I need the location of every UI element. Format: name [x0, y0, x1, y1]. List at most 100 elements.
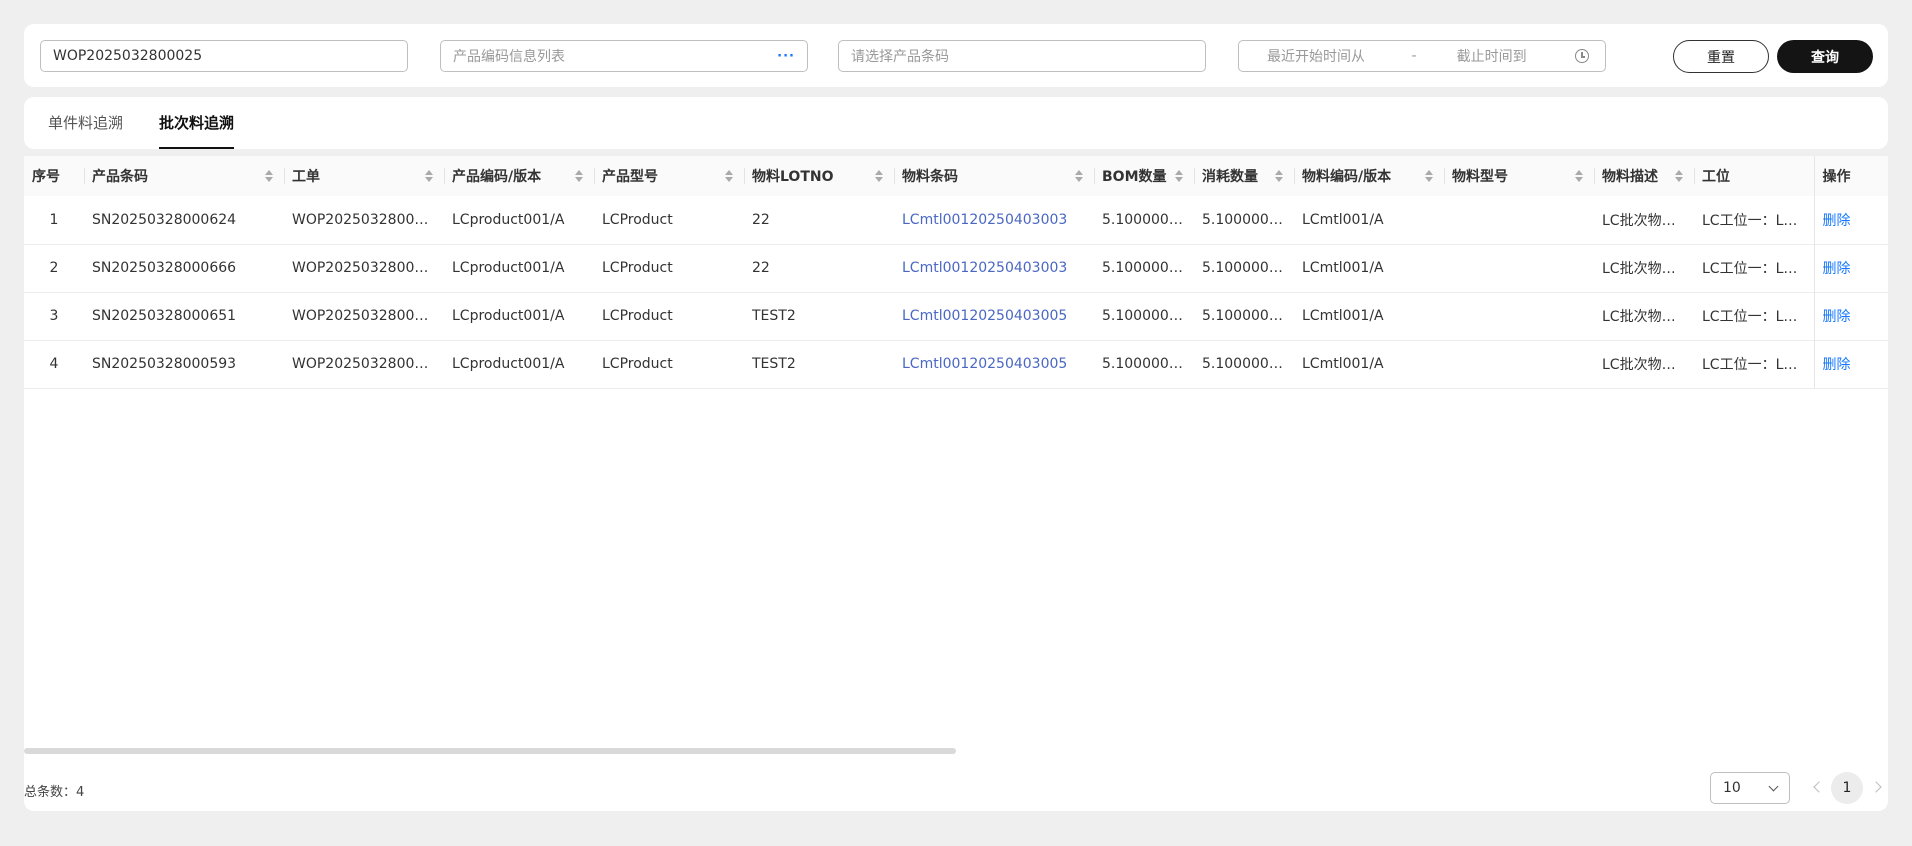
product-code-select[interactable]: 产品编码信息列表 ··· [440, 40, 808, 72]
column-header-material-code[interactable]: 物料编码/版本 [1294, 156, 1444, 196]
sort-icon[interactable] [1574, 170, 1584, 182]
column-header-material-desc[interactable]: 物料描述 [1594, 156, 1694, 196]
sort-icon[interactable] [1274, 170, 1284, 182]
material-barcode-link[interactable]: LCmtl00120250403003 [894, 196, 1094, 244]
query-button[interactable]: 查询 [1777, 40, 1873, 73]
table-row: 2 SN20250328000666 WOP2025032800025 LCpr… [24, 244, 1888, 292]
sort-icon[interactable] [724, 170, 734, 182]
cell-bom-qty: 5.1000000… [1102, 260, 1192, 276]
cell-bom-qty: 5.1000000… [1102, 356, 1192, 372]
trace-table: 序号 产品条码 工单 产品编码/版本 产品型号 物料LOTNO 物料条码 BOM… [24, 156, 1888, 389]
cell-station: LC工位一：LCwo [1702, 261, 1814, 277]
cell-material-lotno: TEST2 [752, 308, 796, 324]
sort-icon[interactable] [1174, 170, 1184, 182]
end-time-placeholder[interactable]: 截止时间到 [1457, 46, 1576, 66]
sort-icon[interactable] [264, 170, 274, 182]
cell-material-code: LCmtl001/A [1302, 211, 1384, 228]
sort-icon[interactable] [574, 170, 584, 182]
cell-material-lotno: TEST2 [752, 356, 796, 372]
cell-material-desc: LC批次物… [1602, 309, 1676, 325]
cell-product-model: LCProduct [602, 211, 673, 228]
cell-station: LC工位一：LCwo [1702, 309, 1814, 325]
cell-material-desc: LC批次物… [1602, 261, 1676, 277]
date-range-picker[interactable]: 最近开始时间从 - 截止时间到 [1238, 40, 1606, 72]
column-header-product-code[interactable]: 产品编码/版本 [444, 156, 594, 196]
table-header-row: 序号 产品条码 工单 产品编码/版本 产品型号 物料LOTNO 物料条码 BOM… [24, 156, 1888, 196]
material-barcode-link[interactable]: LCmtl00120250403005 [894, 292, 1094, 340]
column-header-station: 工位 [1694, 156, 1814, 196]
material-barcode-link[interactable]: LCmtl00120250403005 [894, 340, 1094, 388]
cell-consumed-qty: 5.1000000… [1202, 260, 1292, 276]
cell-action: 删除 [1813, 244, 1888, 292]
column-header-material-model[interactable]: 物料型号 [1444, 156, 1594, 196]
cell-product-code: LCproduct001/A [452, 356, 565, 372]
barcode-placeholder: 请选择产品条码 [851, 49, 949, 65]
column-header-work-order[interactable]: 工单 [284, 156, 444, 196]
delete-button[interactable]: 删除 [1823, 357, 1851, 373]
date-separator: - [1411, 48, 1417, 64]
page-button-current[interactable]: 1 [1831, 772, 1863, 804]
sort-icon[interactable] [874, 170, 884, 182]
cell-index: 4 [49, 356, 59, 372]
tab-batch-trace[interactable]: 批次料追溯 [159, 97, 235, 149]
cell-product-code: LCproduct001/A [452, 308, 565, 324]
cell-product-barcode: SN20250328000666 [92, 260, 237, 276]
product-barcode-select[interactable]: 请选择产品条码 [838, 40, 1206, 72]
horizontal-scrollbar[interactable] [24, 748, 956, 754]
work-order-input[interactable]: WOP2025032800025 [40, 40, 408, 72]
delete-button[interactable]: 删除 [1823, 261, 1851, 277]
cell-index: 2 [49, 260, 59, 276]
delete-button[interactable]: 删除 [1823, 213, 1851, 229]
next-page-icon[interactable] [1870, 779, 1886, 795]
cell-consumed-qty: 5.1000000… [1202, 211, 1292, 228]
material-barcode-link[interactable]: LCmtl00120250403003 [894, 244, 1094, 292]
cell-material-code: LCmtl001/A [1302, 308, 1384, 324]
delete-button[interactable]: 删除 [1823, 309, 1851, 325]
reset-button[interactable]: 重置 [1673, 40, 1769, 73]
cell-consumed-qty: 5.1000000… [1202, 308, 1292, 324]
prev-page-icon[interactable] [1810, 779, 1826, 795]
chevron-down-icon [1768, 781, 1779, 791]
cell-product-code: LCproduct001/A [452, 260, 565, 276]
column-header-product-model[interactable]: 产品型号 [594, 156, 744, 196]
cell-material-model [1444, 196, 1594, 244]
page-size-select[interactable]: 10 [1710, 772, 1790, 804]
column-header-index: 序号 [32, 169, 60, 185]
cell-index: 1 [49, 211, 59, 228]
sort-icon[interactable] [424, 170, 434, 182]
column-header-product-barcode[interactable]: 产品条码 [84, 156, 284, 196]
column-header-action: 操作 [1813, 156, 1888, 196]
total-count: 总条数：4 [24, 785, 85, 800]
cell-action: 删除 [1813, 196, 1888, 244]
more-options-icon[interactable]: ··· [777, 49, 795, 64]
cell-material-model [1444, 292, 1594, 340]
cell-station: LC工位一：LCwo [1702, 357, 1814, 373]
cell-bom-qty: 5.1000000… [1102, 308, 1192, 324]
sort-icon[interactable] [1424, 170, 1434, 182]
column-header-material-lotno[interactable]: 物料LOTNO [744, 156, 894, 196]
cell-material-desc: LC批次物… [1602, 357, 1676, 373]
cell-product-barcode: SN20250328000624 [92, 211, 237, 228]
cell-product-code: LCproduct001/A [452, 211, 565, 228]
sort-icon[interactable] [1074, 170, 1084, 182]
cell-material-lotno: 22 [752, 260, 770, 276]
cell-material-model [1444, 340, 1594, 388]
table-row: 1 SN20250328000624 WOP2025032800025 LCpr… [24, 196, 1888, 244]
cell-action: 删除 [1813, 292, 1888, 340]
start-time-placeholder[interactable]: 最近开始时间从 [1267, 46, 1386, 66]
column-header-consumed-qty[interactable]: 消耗数量 [1194, 156, 1294, 196]
sort-icon[interactable] [1674, 170, 1684, 182]
page-size-value: 10 [1723, 780, 1741, 796]
cell-work-order: WOP2025032800025 [292, 356, 442, 372]
tab-single-item-trace[interactable]: 单件料追溯 [48, 97, 123, 149]
column-header-bom-qty[interactable]: BOM数量 [1094, 156, 1194, 196]
cell-material-lotno: 22 [752, 211, 770, 228]
table-row: 3 SN20250328000651 WOP2025032800025 LCpr… [24, 292, 1888, 340]
cell-material-code: LCmtl001/A [1302, 356, 1384, 372]
cell-bom-qty: 5.1000000… [1102, 211, 1192, 228]
product-code-placeholder: 产品编码信息列表 [453, 49, 565, 65]
cell-action: 删除 [1813, 340, 1888, 388]
column-header-material-barcode[interactable]: 物料条码 [894, 156, 1094, 196]
cell-product-model: LCProduct [602, 308, 673, 324]
table-row: 4 SN20250328000593 WOP2025032800025 LCpr… [24, 340, 1888, 388]
